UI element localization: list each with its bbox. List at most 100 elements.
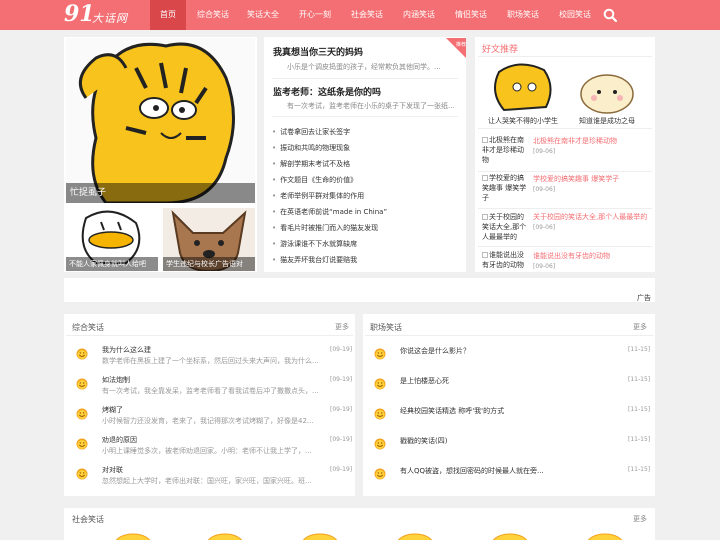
divider (272, 78, 458, 79)
list-item[interactable]: 猫友弄坏我台灯说要赔我 (272, 255, 357, 265)
smiley-icon (76, 408, 88, 420)
list-item[interactable]: 解剖学期末考试不及格 (272, 159, 350, 169)
nav-qinglv[interactable]: 情侣笑话 (448, 0, 494, 30)
list-item[interactable]: 在英语老师前说“made in China” (272, 207, 387, 217)
row-date: [09-19] (330, 406, 353, 413)
recommend-date: [09-06] (533, 263, 556, 270)
featured-summary: 小乐是个调皮捣蛋的孩子，经常欺负其他同学。... (287, 63, 441, 71)
thumb-dog[interactable]: 学生违纪与校长广告语对 (163, 208, 255, 271)
nav-daquan[interactable]: 笑话大全 (240, 0, 286, 30)
recommend-link[interactable]: 关于校园的笑话大全,那个人最最举的 (533, 212, 647, 222)
row-title[interactable]: 我为什么这么建 (102, 345, 151, 355)
section-thumb-icon[interactable] (490, 532, 530, 540)
row-title[interactable]: 戳戳的笑话(四) (400, 436, 447, 446)
recommend-thumb[interactable]: 北极熊在南非才是珍稀动物 (482, 135, 530, 173)
divider (478, 56, 652, 57)
recommend-image[interactable] (568, 62, 646, 114)
recommend-caption[interactable]: 让人哭笑不得的小学生 (481, 116, 565, 126)
section-thumb-icon[interactable] (205, 532, 245, 540)
section-thumb-icon[interactable] (395, 532, 435, 540)
top-nav: 91 大话网 首页 综合笑话 笑话大全 开心一刻 社会笑话 内涵笑话 情侣笑话 … (0, 0, 720, 30)
list-item[interactable]: 游泳课谁不下水就算缺席 (272, 239, 357, 249)
row-title[interactable]: 有人QQ被盗，想找回密码的时候最人就在旁... (400, 466, 544, 476)
row-title[interactable]: 如法炮制 (102, 375, 130, 385)
list-item[interactable]: 看毛片时被推门而入的猫友发现 (272, 223, 378, 233)
row-date: [11-15] (628, 436, 651, 443)
more-link[interactable]: 更多 (633, 322, 647, 332)
row-title[interactable]: 经典校园笑话精选 称呼'我'的方式 (400, 406, 504, 416)
row-title[interactable]: 劝退的原因 (102, 435, 137, 445)
row-date: [11-15] (628, 376, 651, 383)
row-date: [11-15] (628, 406, 651, 413)
divider (478, 128, 652, 129)
thumb-caption: 不能人家佩身就叫人给吧 (66, 257, 158, 271)
recommend-caption[interactable]: 知道谁是成功之母 (565, 116, 649, 126)
ad-bar[interactable] (64, 278, 655, 302)
list-item[interactable]: 作文题目《生命的价值》 (272, 175, 357, 185)
ad-label: 广告 (637, 294, 651, 302)
smiley-icon (374, 408, 386, 420)
row-title[interactable]: 烤糊了 (102, 405, 123, 415)
list-item[interactable]: 试卷拿回去让家长签字 (272, 127, 350, 137)
featured-title[interactable]: 我真想当你三天的妈妈 (273, 45, 363, 58)
thumb-caption: 学生违纪与校长广告语对 (163, 257, 255, 271)
smiley-icon (76, 468, 88, 480)
recommend-image[interactable] (484, 62, 562, 114)
more-link[interactable]: 更多 (335, 322, 349, 332)
row-summary: 数学老师在黑板上建了一个坐标系，然后回过头来大声问，我为什么... (102, 357, 319, 365)
nav-zonghe[interactable]: 综合笑话 (190, 0, 236, 30)
nav-neihan[interactable]: 内涵笑话 (396, 0, 442, 30)
nav-home[interactable]: 首页 (150, 0, 186, 30)
recommend-thumb[interactable]: 关于校园的笑话大全,那个人最最举的 (482, 212, 530, 244)
featured-summary: 有一次考试，监考老师在小乐的桌子下发现了一张纸... (287, 102, 455, 110)
row-date: [11-15] (628, 346, 651, 353)
row-date: [09-19] (330, 436, 353, 443)
divider (478, 208, 652, 209)
list-item[interactable]: 振动和共鸣的物理现象 (272, 143, 350, 153)
divider (66, 335, 353, 336)
recommend-date: [09-06] (533, 186, 556, 193)
row-date: [09-19] (330, 466, 353, 473)
recommend-link[interactable]: 谁能说出没有牙齿的动物 (533, 251, 610, 261)
nav-xiaoyuan[interactable]: 校园笑话 (552, 0, 598, 30)
nav-shehui[interactable]: 社会笑话 (344, 0, 390, 30)
row-date: [09-19] (330, 346, 353, 353)
bun-thumb (568, 62, 646, 114)
section-thumb-icon[interactable] (300, 532, 340, 540)
hero-image[interactable]: 忙捉虱子 (66, 38, 255, 203)
recommend-title: 好文推荐 (482, 45, 519, 55)
section-thumb-icon[interactable] (113, 532, 153, 540)
section-title: 职场笑话 (370, 323, 402, 332)
row-title[interactable]: 对对联 (102, 465, 123, 475)
more-link[interactable]: 更多 (633, 514, 647, 524)
smiley-icon (76, 438, 88, 450)
nav-kaixin[interactable]: 开心一刻 (292, 0, 338, 30)
smiley-icon (374, 378, 386, 390)
row-title[interactable]: 你说这会是什么影片？ (400, 346, 470, 356)
site-logo[interactable]: 91 大话网 (64, 1, 144, 28)
section-thumb-icon[interactable] (585, 532, 625, 540)
list-item[interactable]: 老师举例平群对集体的作用 (272, 191, 364, 201)
image-placeholder-icon (482, 214, 488, 220)
row-summary: 小时候智力还没发育，老来了，我记得那次考试烤糊了，好像是42... (102, 417, 314, 425)
search-icon[interactable] (603, 8, 617, 22)
recommend-link[interactable]: 学校爱的搞笑趣事 爆笑学子 (533, 174, 619, 184)
image-placeholder-icon (482, 252, 488, 258)
recommend-thumb[interactable]: 谁能说出没有牙齿的动物 (482, 250, 530, 272)
thumb-alt-text: 学校爱的搞笑趣事 爆笑学子 (482, 174, 527, 202)
badge-text: 推荐 (456, 41, 466, 48)
recommend-thumb[interactable]: 学校爱的搞笑趣事 爆笑学子 (482, 173, 530, 207)
smiley-icon (374, 468, 386, 480)
recommend-date: [09-06] (533, 224, 556, 231)
thumb-alt-text: 北极熊在南非才是珍稀动物 (482, 136, 524, 164)
row-title[interactable]: 是上怕楼恶心死 (400, 376, 449, 386)
section-title: 社会笑话 (72, 515, 104, 524)
thumb-duck[interactable]: 不能人家佩身就叫人给吧 (66, 208, 158, 271)
featured-title[interactable]: 监考老师：这纸条是你的吗 (273, 85, 381, 98)
thumb-alt-text: 谁能说出没有牙齿的动物 (482, 251, 524, 269)
recommend-link[interactable]: 北极熊在南非才是珍稀动物 (533, 136, 617, 146)
tiger-illustration (66, 38, 255, 203)
nav-zhichang[interactable]: 职场笑话 (500, 0, 546, 30)
image-placeholder-icon (482, 175, 488, 181)
row-summary: 小明上课睡觉多次，被老师劝退回家。小明：老师不让我上学了，... (102, 447, 312, 455)
